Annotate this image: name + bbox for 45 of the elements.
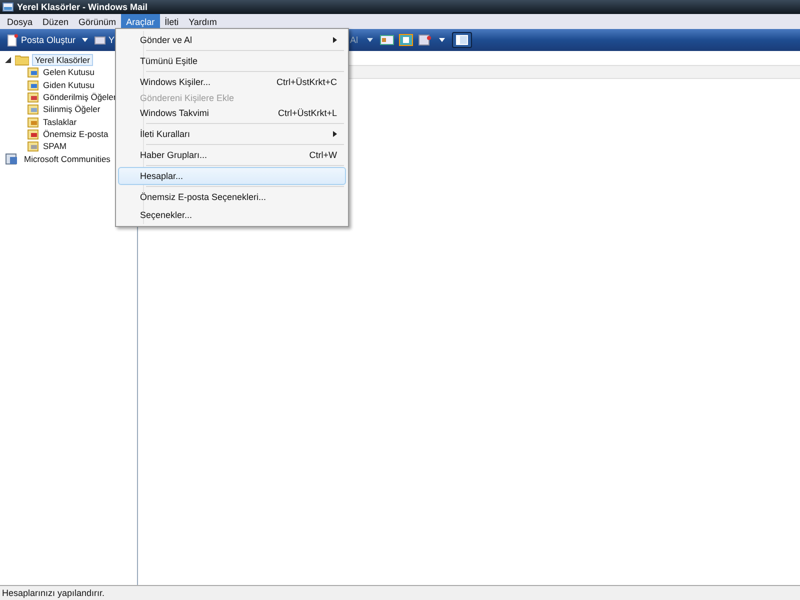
layout-icon: [456, 35, 468, 45]
folder-item[interactable]: Silinmiş Öğeler: [41, 104, 102, 114]
folder-icon: [27, 116, 39, 128]
collapse-icon[interactable]: [5, 57, 11, 64]
window-title: Yerel Klasörler - Windows Mail: [17, 2, 148, 12]
menu-item[interactable]: Hesaplar...: [118, 167, 346, 185]
reply-button[interactable]: Y: [92, 34, 117, 46]
layout-button[interactable]: [452, 32, 472, 48]
compose-button[interactable]: Posta Oluştur: [5, 34, 78, 46]
folder-icon: [27, 78, 39, 91]
folder-icon: [27, 103, 39, 116]
dropdown-arrow-icon[interactable]: [439, 38, 445, 42]
folder-icon: [27, 66, 39, 78]
folder-icon: [27, 128, 39, 140]
menu-item[interactable]: Gönder ve Al: [118, 31, 346, 49]
folder-icon: [27, 140, 39, 152]
folder-item[interactable]: Gönderilmiş Öğeler: [41, 92, 118, 102]
menu-item[interactable]: Windows Takvimi Ctrl+ÜstKrkt+L: [118, 104, 346, 122]
folder-item[interactable]: Yerel Klasörler: [32, 54, 93, 66]
menu-item[interactable]: Tümünü Eşitle: [118, 52, 346, 70]
menu-item[interactable]: Yardım: [184, 14, 222, 29]
folder-icon: [27, 91, 39, 104]
menu-item[interactable]: İleti Kuralları: [118, 125, 346, 143]
menu-item[interactable]: Düzen: [38, 14, 74, 29]
dropdown-arrow-icon[interactable]: [82, 38, 88, 42]
folder-item[interactable]: Giden Kutusu: [41, 80, 97, 90]
menu-item[interactable]: Önemsiz E-posta Seçenekleri...: [118, 188, 346, 206]
new-mail-icon: [7, 34, 18, 46]
folder-item[interactable]: Önemsiz E-posta: [41, 128, 110, 139]
communities-icon: [5, 152, 19, 165]
folder-item[interactable]: Taslaklar: [41, 116, 79, 127]
menu-item[interactable]: İleti: [160, 14, 184, 29]
menu-item[interactable]: Dosya: [2, 14, 38, 29]
menu-item[interactable]: Araçlar: [121, 14, 160, 29]
menu-item[interactable]: Windows Kişiler... Ctrl+ÜstKrkt+C: [118, 73, 346, 91]
menu-item[interactable]: Görünüm: [74, 14, 122, 29]
menu-item[interactable]: Haber Grupları... Ctrl+W: [118, 146, 346, 164]
folder-item[interactable]: SPAM: [41, 141, 68, 152]
status-text: Hesaplarınızı yapılandırır.: [0, 585, 800, 600]
dropdown-arrow-icon[interactable]: [367, 38, 373, 42]
folder-item[interactable]: Gelen Kutusu: [41, 67, 97, 78]
menu-item[interactable]: Seçenekler...: [118, 206, 346, 224]
folder-icon: [15, 54, 29, 66]
mail-icon: [2, 1, 14, 13]
folder-item[interactable]: Microsoft Communities: [22, 154, 112, 164]
